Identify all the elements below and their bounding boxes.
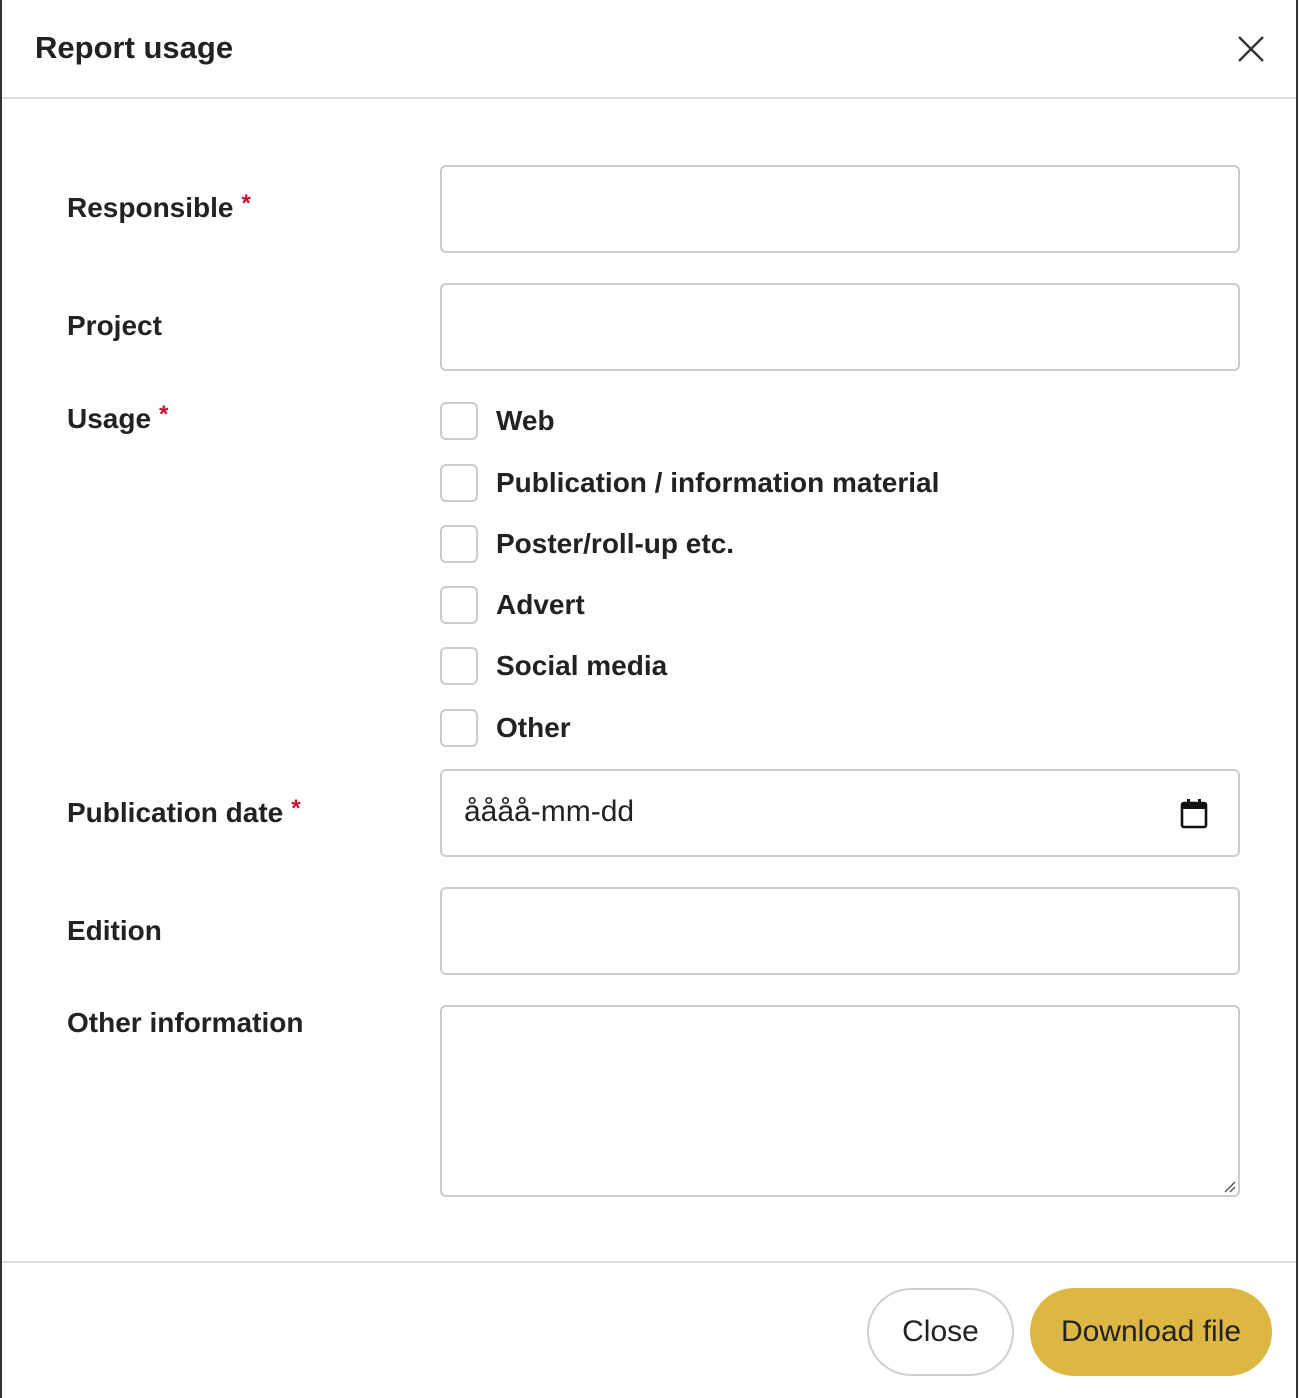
project-label: Project [67,310,162,341]
usage-option-social-media[interactable]: Social media [440,646,667,686]
other-checkbox-label[interactable]: Other [496,712,571,744]
publication-checkbox-label[interactable]: Publication / information material [496,467,939,499]
required-marker: * [291,795,301,822]
other-information-textarea[interactable] [440,1005,1240,1197]
publication-date-input[interactable]: åååå-mm-dd [440,769,1240,857]
edition-label: Edition [67,915,162,946]
usage-option-advert[interactable]: Advert [440,585,585,625]
required-marker: * [241,190,251,217]
poster-checkbox[interactable] [440,525,478,563]
advert-checkbox-label[interactable]: Advert [496,589,585,621]
usage-label: Usage * [67,401,169,434]
date-placeholder: åååå-mm-dd [464,795,635,828]
advert-checkbox[interactable] [440,586,478,624]
publication-date-label: Publication date * [67,795,301,828]
close-button[interactable]: Close [867,1288,1014,1376]
usage-option-poster[interactable]: Poster/roll-up etc. [440,524,734,564]
dialog-footer: Close Download file [2,1261,1296,1398]
close-icon[interactable] [1230,28,1270,68]
dialog-header: Report usage [2,0,1296,99]
download-file-button[interactable]: Download file [1030,1288,1272,1376]
resize-grip-icon[interactable] [1222,1179,1236,1193]
responsible-label: Responsible * [67,190,251,223]
usage-option-publication[interactable]: Publication / information material [440,463,939,503]
project-input[interactable] [440,283,1240,371]
edition-input[interactable] [440,887,1240,975]
calendar-icon[interactable] [1180,799,1208,829]
web-checkbox-label[interactable]: Web [496,405,555,437]
other-information-wrapper [440,1005,1240,1197]
required-marker: * [159,401,169,428]
social-media-checkbox-label[interactable]: Social media [496,650,667,682]
poster-checkbox-label[interactable]: Poster/roll-up etc. [496,528,734,560]
responsible-input[interactable] [440,165,1240,253]
report-usage-dialog: Report usage Responsible * Project Usage *… [0,0,1298,1398]
other-checkbox[interactable] [440,709,478,747]
social-media-checkbox[interactable] [440,647,478,685]
web-checkbox[interactable] [440,402,478,440]
usage-option-web[interactable]: Web [440,401,555,441]
usage-option-other[interactable]: Other [440,708,571,748]
dialog-body: Responsible * Project Usage * Web Publicat… [2,99,1296,1261]
publication-checkbox[interactable] [440,464,478,502]
other-information-label: Other information [67,1007,304,1038]
dialog-title: Report usage [35,30,234,65]
